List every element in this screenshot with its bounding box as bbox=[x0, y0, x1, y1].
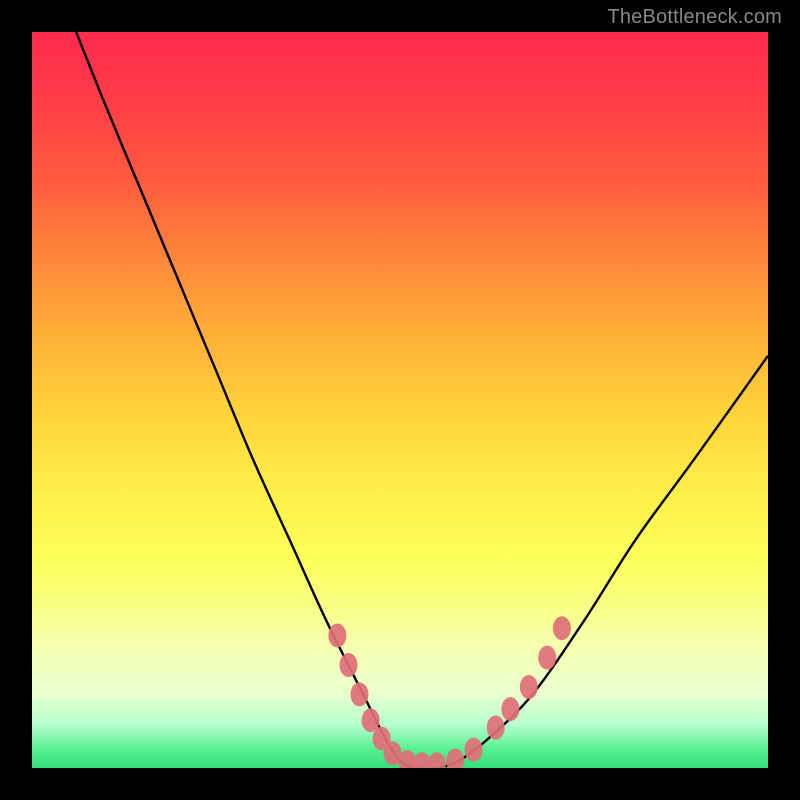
marker-dot bbox=[520, 675, 538, 699]
curve-markers bbox=[328, 616, 571, 768]
bottleneck-curve-svg bbox=[32, 32, 768, 768]
marker-dot bbox=[487, 716, 505, 740]
watermark-text: TheBottleneck.com bbox=[607, 6, 782, 29]
marker-dot bbox=[340, 653, 358, 677]
marker-dot bbox=[351, 682, 369, 706]
marker-dot bbox=[446, 749, 464, 768]
bottleneck-curve bbox=[76, 32, 768, 768]
chart-frame: TheBottleneck.com bbox=[0, 0, 800, 800]
marker-dot bbox=[428, 752, 446, 768]
marker-dot bbox=[328, 624, 346, 648]
marker-dot bbox=[553, 616, 571, 640]
plot-area bbox=[32, 32, 768, 768]
marker-dot bbox=[501, 697, 519, 721]
marker-dot bbox=[465, 738, 483, 762]
marker-dot bbox=[538, 646, 556, 670]
